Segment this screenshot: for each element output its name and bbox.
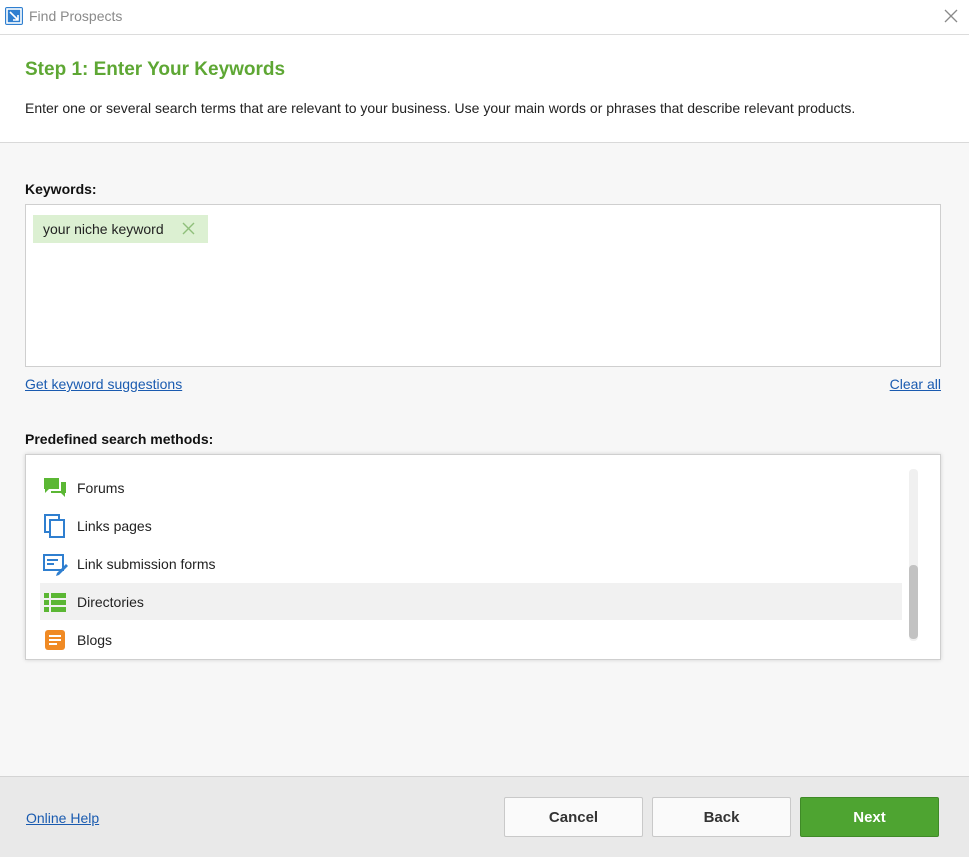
remove-keyword-icon[interactable] <box>182 222 195 235</box>
blog-icon <box>42 627 68 653</box>
keywords-input[interactable]: your niche keyword <box>25 204 941 367</box>
step-description: Enter one or several search terms that a… <box>25 100 856 116</box>
keyword-chip-text: your niche keyword <box>43 221 164 237</box>
title-bar: Find Prospects <box>0 0 969 35</box>
next-button[interactable]: Next <box>800 797 939 837</box>
back-button[interactable]: Back <box>652 797 791 837</box>
form-edit-icon <box>42 551 68 577</box>
method-label: Directories <box>77 593 144 610</box>
method-label: Blogs <box>77 631 113 648</box>
method-blogs[interactable]: Blogs <box>40 621 902 658</box>
close-icon[interactable] <box>943 8 959 24</box>
methods-scrollbar-thumb[interactable] <box>909 565 918 639</box>
keywords-label: Keywords: <box>25 181 97 197</box>
get-keyword-suggestions-link[interactable]: Get keyword suggestions <box>25 376 182 392</box>
methods-scrollbar[interactable] <box>909 469 918 641</box>
step-title: Step 1: Enter Your Keywords <box>25 59 286 80</box>
keyword-chip[interactable]: your niche keyword <box>33 215 208 243</box>
window-title: Find Prospects <box>29 8 123 24</box>
forum-icon <box>42 475 68 501</box>
clear-all-link[interactable]: Clear all <box>890 376 941 392</box>
list-icon <box>42 589 68 615</box>
method-label: Links pages <box>77 517 152 534</box>
method-link-submission-forms[interactable]: Link submission forms <box>40 545 902 582</box>
cancel-button[interactable]: Cancel <box>504 797 643 837</box>
footer-bar: Online Help Cancel Back Next <box>0 776 969 857</box>
online-help-link[interactable]: Online Help <box>26 810 99 826</box>
method-label: Link submission forms <box>77 555 216 572</box>
method-label: Forums <box>77 479 125 496</box>
method-links-pages[interactable]: Links pages <box>40 507 902 544</box>
search-methods-list[interactable]: Forums Links pages Link submission forms <box>25 454 941 660</box>
app-logo-icon <box>5 7 23 25</box>
method-forums[interactable]: Forums <box>40 469 902 506</box>
step-header: Step 1: Enter Your Keywords Enter one or… <box>0 35 969 143</box>
copy-pages-icon <box>42 513 68 539</box>
methods-label: Predefined search methods: <box>25 431 214 447</box>
method-directories[interactable]: Directories <box>40 583 902 620</box>
